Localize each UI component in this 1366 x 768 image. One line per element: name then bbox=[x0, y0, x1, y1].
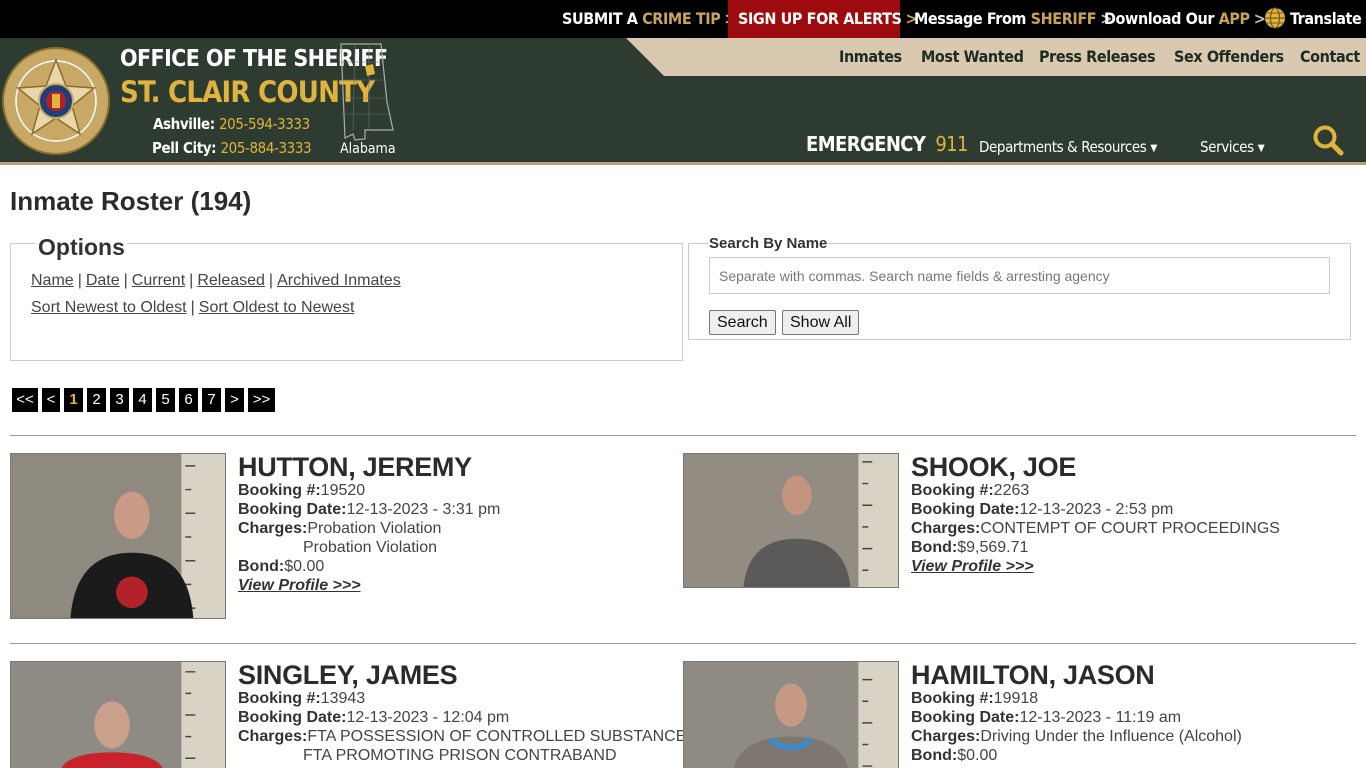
pell-city-phone-number[interactable]: 205-884-3333 bbox=[220, 139, 311, 157]
pager-prev[interactable]: < bbox=[42, 388, 60, 412]
bond: Bond:$9,569.71 bbox=[911, 539, 1029, 556]
booking-number: Booking #:19520 bbox=[238, 482, 366, 499]
booking-date: Booking Date:12-13-2023 - 2:53 pm bbox=[911, 501, 1174, 518]
alabama-map-icon bbox=[340, 43, 394, 141]
sort-links: Sort Newest to Oldest | Sort Oldest to New… bbox=[31, 299, 355, 316]
filter-name-link[interactable]: Name bbox=[31, 272, 74, 289]
divider bbox=[10, 435, 1356, 436]
options-legend: Options bbox=[36, 234, 127, 261]
state-label: Alabama bbox=[340, 141, 396, 157]
booking-date: Booking Date:12-13-2023 - 3:31 pm bbox=[238, 501, 501, 518]
search-icon[interactable] bbox=[1312, 124, 1344, 156]
booking-number: Booking #:13943 bbox=[238, 690, 366, 707]
divider bbox=[10, 643, 1356, 644]
inmate-photo[interactable] bbox=[10, 453, 226, 619]
pager-page-3[interactable]: 3 bbox=[110, 388, 129, 412]
filter-links: Name | Date | Current | Released | Archived Inma… bbox=[31, 272, 401, 289]
sheriff-badge-logo[interactable] bbox=[2, 46, 110, 156]
inmate-photo[interactable] bbox=[10, 661, 226, 768]
inmate-photo[interactable] bbox=[683, 453, 899, 588]
charges: Charges:Probation Violation bbox=[238, 520, 442, 537]
booking-number: Booking #:19918 bbox=[911, 690, 1039, 707]
pager-page-1[interactable]: 1 bbox=[64, 388, 83, 412]
filter-archived-link[interactable]: Archived Inmates bbox=[277, 272, 401, 289]
nav-press-releases[interactable]: Press Releases bbox=[1039, 38, 1156, 76]
charges: Charges:Driving Under the Influence (Alc… bbox=[911, 728, 1242, 745]
search-name-input[interactable] bbox=[709, 257, 1330, 294]
charge-line: Probation Violation bbox=[303, 539, 438, 556]
sort-oldest-link[interactable]: Sort Oldest to Newest bbox=[199, 299, 355, 316]
booking-date: Booking Date:12-13-2023 - 12:04 pm bbox=[238, 709, 510, 726]
ashville-phone: Ashville: 205-594-3333 bbox=[153, 115, 310, 133]
translate-link[interactable]: Translate bbox=[1264, 0, 1362, 38]
pager-last[interactable]: >> bbox=[248, 388, 275, 412]
submit-crime-tip-link[interactable]: SUBMIT A CRIME TIP> bbox=[562, 0, 736, 38]
filter-date-link[interactable]: Date bbox=[86, 272, 120, 289]
site-header: OFFICE OF THE SHERIFF ST. CLAIR COUNTY A… bbox=[0, 38, 1366, 165]
chevron-down-icon: ▼ bbox=[1257, 143, 1265, 154]
view-profile-link[interactable]: View Profile >>> bbox=[911, 558, 1034, 576]
pager-first[interactable]: << bbox=[12, 388, 38, 412]
globe-icon bbox=[1265, 7, 1285, 29]
bond: Bond:$0.00 bbox=[238, 558, 325, 575]
nav-most-wanted[interactable]: Most Wanted bbox=[921, 38, 1024, 76]
filter-current-link[interactable]: Current bbox=[132, 272, 185, 289]
message-from-sheriff-link[interactable]: Message From SHERIFF > bbox=[914, 0, 1112, 38]
charges: Charges:CONTEMPT OF COURT PROCEEDINGS bbox=[911, 520, 1280, 537]
page-title: Inmate Roster (194) bbox=[10, 186, 252, 216]
inmate-photo[interactable] bbox=[683, 661, 899, 768]
nav-inmates[interactable]: Inmates bbox=[839, 38, 902, 76]
booking-number: Booking #:2263 bbox=[911, 482, 1030, 499]
search-legend: Search By Name bbox=[708, 235, 829, 252]
pager-page-7[interactable]: 7 bbox=[202, 388, 221, 412]
nav-sex-offenders[interactable]: Sex Offenders bbox=[1174, 38, 1284, 76]
inmate-name: HUTTON, JEREMY bbox=[238, 452, 472, 482]
pell-city-phone: Pell City: 205-884-3333 bbox=[152, 139, 312, 157]
inmate-name: HAMILTON, JASON bbox=[911, 660, 1155, 690]
charges: Charges:FTA POSSESSION OF CONTROLLED SUB… bbox=[238, 728, 687, 745]
sign-up-alerts-link[interactable]: SIGN UP FOR ALERTS > bbox=[728, 0, 918, 38]
bond: Bond:$0.00 bbox=[911, 747, 998, 764]
ashville-phone-number[interactable]: 205-594-3333 bbox=[219, 115, 310, 133]
top-utility-bar: SUBMIT A CRIME TIP> SIGN UP FOR ALERTS> … bbox=[0, 0, 1366, 38]
pager-page-4[interactable]: 4 bbox=[133, 388, 152, 412]
departments-resources-menu[interactable]: Departments & Resources ▼ bbox=[979, 138, 1157, 156]
booking-date: Booking Date:12-13-2023 - 11:19 am bbox=[911, 709, 1182, 726]
sort-newest-link[interactable]: Sort Newest to Oldest bbox=[31, 299, 187, 316]
view-profile-link[interactable]: View Profile >>> bbox=[238, 577, 361, 595]
pager-page-2[interactable]: 2 bbox=[87, 388, 106, 412]
services-menu[interactable]: Services ▼ bbox=[1200, 138, 1265, 156]
emergency-number: EMERGENCY 911 bbox=[806, 132, 968, 156]
download-app-link[interactable]: Download Our APP > bbox=[1104, 0, 1266, 38]
pager-page-5[interactable]: 5 bbox=[156, 388, 175, 412]
filter-released-link[interactable]: Released bbox=[197, 272, 265, 289]
inmate-name: SHOOK, JOE bbox=[911, 452, 1077, 482]
show-all-button[interactable]: Show All bbox=[782, 310, 860, 335]
pager-page-6[interactable]: 6 bbox=[179, 388, 198, 412]
search-button[interactable]: Search bbox=[709, 310, 776, 335]
charge-line: FTA PROMOTING PRISON CONTRABAND bbox=[303, 747, 617, 764]
inmate-name: SINGLEY, JAMES bbox=[238, 660, 458, 690]
chevron-down-icon: ▼ bbox=[1150, 143, 1157, 154]
nav-contact[interactable]: Contact bbox=[1300, 38, 1360, 76]
pager-next[interactable]: > bbox=[225, 388, 244, 412]
